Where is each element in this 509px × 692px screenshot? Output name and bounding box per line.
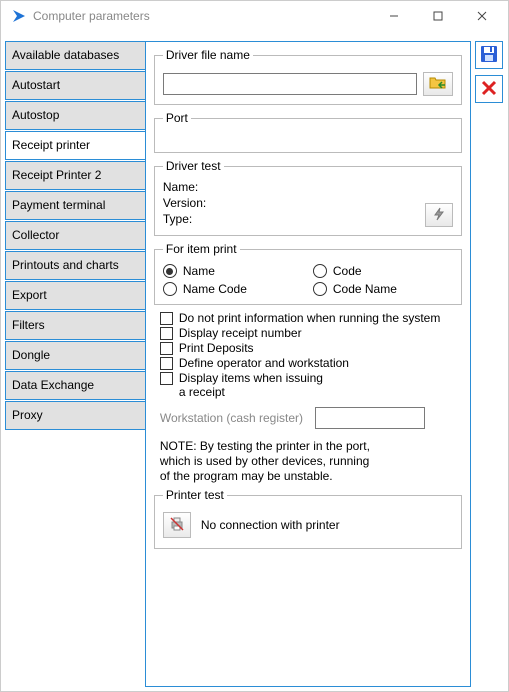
printer-test-status: No connection with printer <box>201 518 340 532</box>
radio-name[interactable]: Name <box>163 264 303 278</box>
check-label: Display receipt number <box>179 326 302 340</box>
check-label: Define operator and workstation <box>179 356 349 370</box>
driver-version-label: Version: <box>163 196 206 210</box>
option-checkboxes: Do not print information when running th… <box>160 311 462 399</box>
driver-name-label: Name: <box>163 180 198 194</box>
driver-type-label: Type: <box>163 212 192 226</box>
delete-button[interactable] <box>475 75 503 103</box>
radio-name-label: Name <box>183 264 215 278</box>
sidebar-item-export[interactable]: Export <box>5 281 145 310</box>
lightning-icon <box>432 207 446 224</box>
sidebar-item-autostart[interactable]: Autostart <box>5 71 145 100</box>
main-panel: Driver file name Port Driver test Name: … <box>145 41 471 687</box>
check-display-items-issuing[interactable]: Display items when issuing a receipt <box>160 371 462 399</box>
sidebar-item-printouts-and-charts[interactable]: Printouts and charts <box>5 251 145 280</box>
sidebar-item-filters[interactable]: Filters <box>5 311 145 340</box>
window: Computer parameters Available databases … <box>0 0 509 692</box>
right-toolbar <box>475 41 504 687</box>
radio-code-label: Code <box>333 264 362 278</box>
printer-test-button[interactable] <box>163 512 191 538</box>
note-line-3: of the program may be unstable. <box>160 469 462 484</box>
titlebar: Computer parameters <box>1 1 508 31</box>
run-driver-test-button[interactable] <box>425 203 453 227</box>
note-line-1: NOTE: By testing the printer in the port… <box>160 439 462 454</box>
minimize-button[interactable] <box>372 2 416 30</box>
delete-icon <box>480 79 498 100</box>
check-label: Print Deposits <box>179 341 254 355</box>
save-button[interactable] <box>475 41 503 69</box>
printer-test-group: Printer test No connection with printer <box>154 488 462 549</box>
driver-test-group: Driver test Name: Version: Type: <box>154 159 462 236</box>
window-title: Computer parameters <box>33 9 372 23</box>
workstation-label: Workstation (cash register) <box>160 411 303 425</box>
driver-test-legend: Driver test <box>163 159 224 173</box>
radio-code[interactable]: Code <box>313 264 453 278</box>
sidebar-item-data-exchange[interactable]: Data Exchange <box>5 371 145 400</box>
sidebar-item-dongle[interactable]: Dongle <box>5 341 145 370</box>
workstation-input[interactable] <box>315 407 425 429</box>
close-button[interactable] <box>460 2 504 30</box>
radio-name-code[interactable]: Name Code <box>163 282 303 296</box>
check-label: Display items when issuing a receipt <box>179 371 329 399</box>
sidebar-item-proxy[interactable]: Proxy <box>5 401 145 430</box>
check-do-not-print-info[interactable]: Do not print information when running th… <box>160 311 462 325</box>
check-display-receipt-number[interactable]: Display receipt number <box>160 326 462 340</box>
printer-test-legend: Printer test <box>163 488 227 502</box>
sidebar-item-receipt-printer-2[interactable]: Receipt Printer 2 <box>5 161 145 190</box>
sidebar-item-receipt-printer[interactable]: Receipt printer <box>5 131 145 160</box>
port-group: Port <box>154 111 462 153</box>
folder-open-icon <box>429 75 447 94</box>
item-print-legend: For item print <box>163 242 240 256</box>
printer-icon <box>169 516 185 535</box>
browse-driver-button[interactable] <box>423 72 453 96</box>
app-icon <box>11 8 27 24</box>
maximize-button[interactable] <box>416 2 460 30</box>
driver-file-group: Driver file name <box>154 48 462 105</box>
sidebar-item-autostop[interactable]: Autostop <box>5 101 145 130</box>
sidebar: Available databases Autostart Autostop R… <box>5 41 145 687</box>
workstation-row: Workstation (cash register) <box>160 407 462 429</box>
radio-code-name[interactable]: Code Name <box>313 282 453 296</box>
driver-file-input[interactable] <box>163 73 417 95</box>
check-print-deposits[interactable]: Print Deposits <box>160 341 462 355</box>
note-line-2: which is used by other devices, running <box>160 454 462 469</box>
note-text: NOTE: By testing the printer in the port… <box>160 439 462 484</box>
item-print-group: For item print Name Code Name Code Code … <box>154 242 462 305</box>
driver-file-legend: Driver file name <box>163 48 253 62</box>
sidebar-item-available-databases[interactable]: Available databases <box>5 41 145 70</box>
check-define-operator-workstation[interactable]: Define operator and workstation <box>160 356 462 370</box>
port-legend: Port <box>163 111 191 125</box>
sidebar-item-collector[interactable]: Collector <box>5 221 145 250</box>
sidebar-item-payment-terminal[interactable]: Payment terminal <box>5 191 145 220</box>
save-icon <box>479 44 499 67</box>
check-label: Do not print information when running th… <box>179 311 440 325</box>
radio-name-code-label: Name Code <box>183 282 247 296</box>
radio-code-name-label: Code Name <box>333 282 397 296</box>
